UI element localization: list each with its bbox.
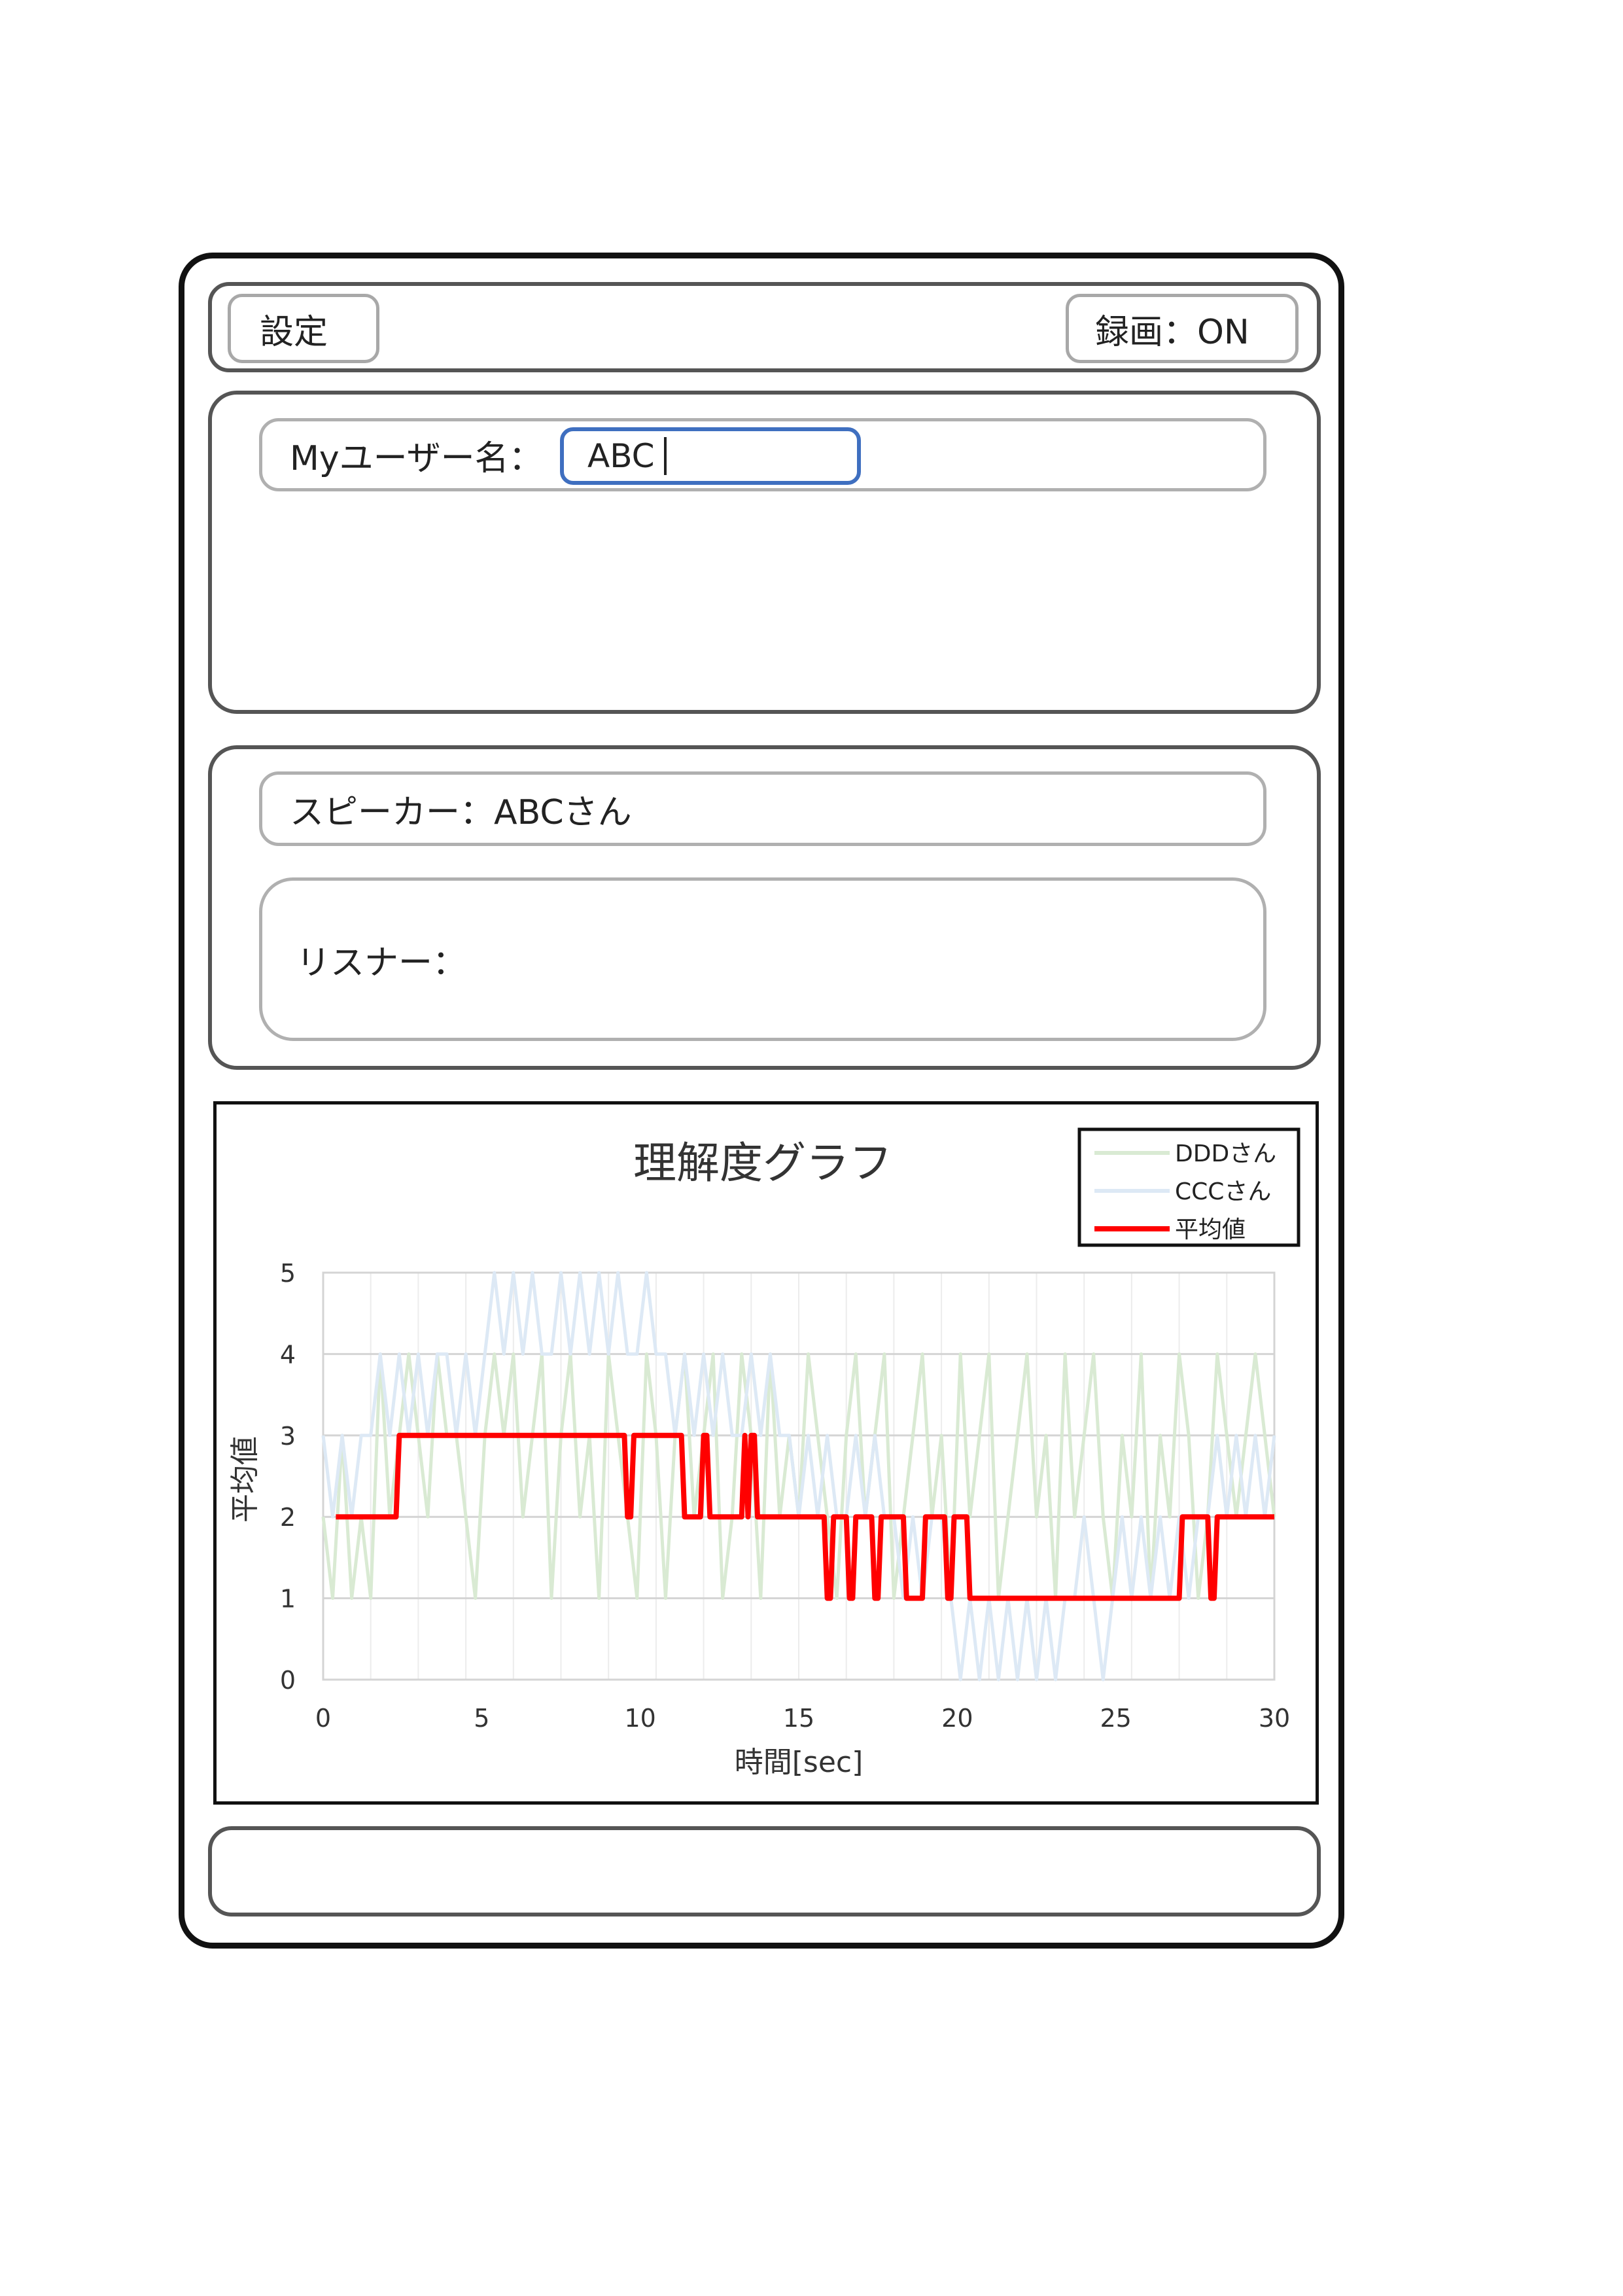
x-axis-label: 時間[sec] (735, 1746, 864, 1779)
participants-panel: スピーカー：ABCさん リスナー： (208, 745, 1321, 1070)
settings-button-label: 設定 (260, 312, 328, 352)
chart-title: 理解度グラフ (633, 1138, 892, 1188)
x-tick-label: 25 (1100, 1704, 1131, 1733)
x-tick-label: 20 (941, 1704, 973, 1733)
x-tick-label: 30 (1259, 1704, 1290, 1733)
legend-label: CCCさん (1175, 1178, 1271, 1205)
listener-box: リスナー： (259, 877, 1266, 1041)
recording-toggle-button[interactable]: 録画：ON (1066, 294, 1299, 363)
chart-canvas: 0 1 2 3 4 5 0 5 10 15 20 25 30 理解度グラフ 時間[sec] 平均値 DD… (228, 1127, 1300, 1779)
y-tick-label: 1 (280, 1585, 296, 1614)
speaker-row: スピーカー：ABCさん (259, 771, 1266, 846)
text-caret (663, 437, 667, 475)
legend-label: DDDさん (1175, 1140, 1276, 1167)
y-tick-label: 4 (280, 1340, 296, 1369)
x-tick-label: 10 (624, 1704, 655, 1733)
x-tick-label: 5 (474, 1704, 489, 1733)
y-tick-label: 3 (280, 1422, 296, 1451)
username-input-value: ABC (587, 437, 655, 475)
x-tick-label: 0 (315, 1704, 331, 1733)
settings-button[interactable]: 設定 (228, 294, 379, 363)
recording-toggle-label: 録画：ON (1095, 312, 1249, 352)
y-tick-label: 0 (280, 1666, 296, 1695)
y-axis-label: 平均値 (228, 1436, 262, 1523)
y-tick-label: 2 (280, 1503, 296, 1532)
y-tick-label: 5 (280, 1259, 296, 1288)
chart-legend: DDDさん CCCさん平均値 (1077, 1127, 1300, 1247)
footer-panel (208, 1826, 1321, 1916)
understanding-chart: 0 1 2 3 4 5 0 5 10 15 20 25 30 理解度グラフ 時間[sec] 平均値 DD… (213, 1101, 1319, 1805)
username-label: Myユーザー名： (290, 438, 543, 478)
header-bar: 設定 録画：ON (208, 282, 1321, 372)
listener-label: リスナー： (296, 943, 467, 983)
legend-label: 平均値 (1175, 1216, 1246, 1243)
speaker-label: スピーカー：ABCさん (290, 792, 632, 832)
username-input[interactable]: ABC (560, 427, 861, 485)
user-panel: Myユーザー名： ABC (208, 391, 1321, 714)
x-tick-label: 15 (783, 1704, 814, 1733)
